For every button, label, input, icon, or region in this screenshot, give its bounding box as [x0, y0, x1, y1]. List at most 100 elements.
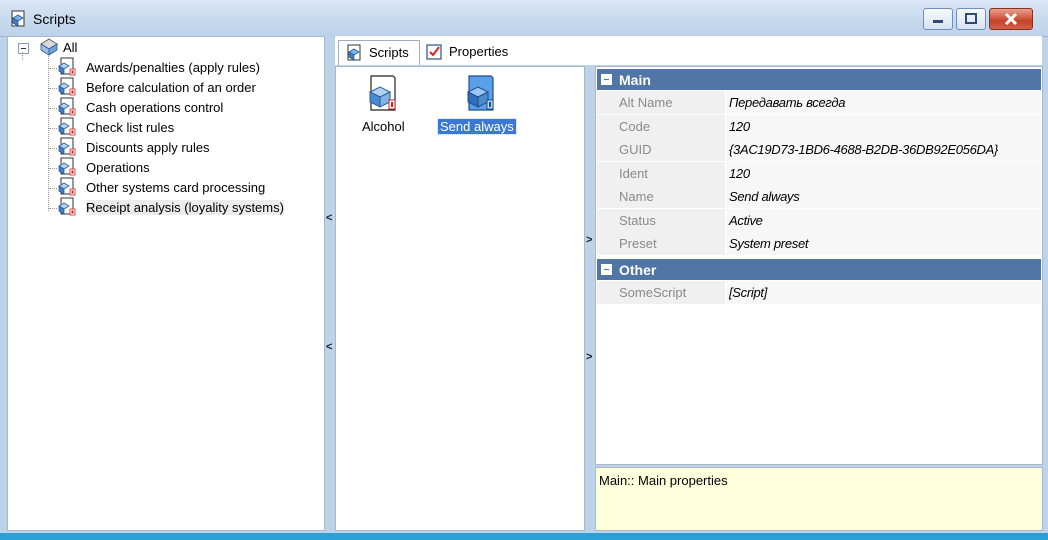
property-name: GUID [619, 142, 652, 157]
script-icon [58, 117, 76, 136]
property-value: System preset [729, 236, 809, 251]
left-splitter[interactable]: < < [325, 36, 333, 529]
column-divider [725, 161, 726, 185]
script-icon [466, 75, 494, 111]
property-value-cell[interactable]: Передавать всегда [725, 91, 1041, 114]
property-value: 120 [729, 165, 750, 181]
script-icon [58, 137, 76, 156]
column-divider [725, 232, 726, 255]
tree-item[interactable]: Before calculation of an order [8, 77, 308, 97]
tab-scripts-label: Scripts [369, 45, 409, 60]
tree-item-label: Other systems card processing [86, 180, 266, 195]
collapse-icon[interactable] [601, 74, 612, 85]
property-row[interactable]: Code 120 [597, 114, 1041, 139]
properties-icon [426, 44, 442, 60]
tree-item-label: Awards/penalties (apply rules) [86, 60, 260, 75]
column-divider [725, 138, 726, 161]
property-value-cell[interactable]: Active [725, 208, 1041, 232]
script-icon [58, 57, 76, 76]
minimize-icon [933, 20, 943, 23]
tree-item-label: Receipt analysis (loyality systems) [86, 200, 284, 215]
script-icon [58, 77, 76, 96]
property-name: Preset [619, 236, 657, 251]
category-other[interactable]: Other [597, 259, 1041, 280]
tab-properties[interactable]: Properties [421, 40, 521, 64]
tree-item[interactable]: Check list rules [8, 117, 308, 137]
script-icon [58, 197, 76, 216]
tree-item[interactable]: Receipt analysis (loyality systems) [8, 197, 308, 217]
property-value-cell[interactable]: {3AC19D73-1BD6-4688-B2DB-36DB92E056DA} [725, 138, 1041, 161]
property-value-cell[interactable]: Send always [725, 185, 1041, 208]
property-value: Active [729, 212, 763, 228]
property-value-cell[interactable]: 120 [725, 161, 1041, 185]
collapse-left-icon[interactable]: < [326, 212, 332, 224]
property-grid[interactable]: Main Alt Name Передавать всегда Code 120 GUI… [595, 66, 1043, 465]
script-item-send-always[interactable]: Send always [436, 69, 526, 139]
close-button[interactable] [989, 8, 1033, 30]
script-icon [368, 75, 396, 111]
property-row[interactable]: SomeScript [Script] [597, 281, 1041, 305]
tree-item[interactable]: Discounts apply rules [8, 137, 308, 157]
script-item-label: Alcohol [362, 119, 405, 134]
category-label: Main [619, 72, 651, 88]
property-name: Alt Name [619, 95, 673, 110]
close-icon [1004, 12, 1018, 26]
property-name: Code [619, 118, 651, 134]
property-value: 120 [729, 118, 750, 134]
property-description: Main:: Main properties [595, 467, 1043, 531]
column-divider [725, 91, 726, 114]
tree-item-label: Check list rules [86, 120, 175, 135]
tree-item[interactable]: Awards/penalties (apply rules) [8, 57, 308, 77]
column-divider [725, 208, 726, 232]
script-icon [347, 44, 361, 61]
maximize-icon [965, 13, 977, 24]
category-label: Other [619, 262, 657, 278]
property-name: Status [619, 212, 656, 228]
right-splitter[interactable]: > > [585, 66, 593, 529]
column-divider [725, 185, 726, 208]
property-name: Name [619, 189, 654, 204]
property-row[interactable]: Name Send always [597, 185, 1041, 209]
script-list[interactable]: Alcohol Send always [335, 66, 585, 531]
expand-right-icon[interactable]: > [586, 234, 592, 246]
property-name: Ident [619, 165, 648, 181]
property-row[interactable]: GUID {3AC19D73-1BD6-4688-B2DB-36DB92E056D… [597, 138, 1041, 162]
script-icon [11, 10, 25, 27]
property-value-cell[interactable]: System preset [725, 232, 1041, 255]
collapse-icon[interactable] [601, 264, 612, 275]
property-value: Передавать всегда [729, 95, 846, 110]
tree-item-label: Discounts apply rules [86, 140, 210, 155]
property-row[interactable]: Alt Name Передавать всегда [597, 91, 1041, 115]
tree-item[interactable]: Cash operations control [8, 97, 308, 117]
tree-root-all[interactable]: All [8, 38, 308, 57]
minimize-button[interactable] [923, 8, 953, 30]
property-value-cell[interactable]: [Script] [725, 281, 1041, 304]
script-item-alcohol[interactable]: Alcohol [338, 69, 428, 139]
tree-item-label: Cash operations control [86, 100, 224, 115]
property-row[interactable]: Preset System preset [597, 232, 1041, 256]
property-value: Send always [729, 189, 800, 204]
column-divider [725, 114, 726, 138]
script-icon [58, 177, 76, 196]
expand-right-icon[interactable]: > [586, 351, 592, 363]
window-title: Scripts [33, 11, 76, 27]
tree-item[interactable]: Other systems card processing [8, 177, 308, 197]
bottom-border [0, 533, 1048, 540]
property-value: [Script] [729, 285, 768, 300]
all-folder-icon [40, 38, 58, 56]
collapse-icon[interactable] [18, 43, 29, 54]
property-row[interactable]: Ident 120 [597, 161, 1041, 186]
property-name: SomeScript [619, 285, 687, 300]
category-tree[interactable]: All Awards/penalties (apply rules) Before… [7, 36, 325, 531]
property-value-cell[interactable]: 120 [725, 114, 1041, 138]
script-item-label: Send always [437, 118, 517, 135]
script-icon [58, 157, 76, 176]
property-row[interactable]: Status Active [597, 208, 1041, 233]
tree-item[interactable]: Operations [8, 157, 308, 177]
maximize-button[interactable] [956, 8, 986, 30]
script-icon [58, 97, 76, 116]
title-bar[interactable]: Scripts [0, 0, 1048, 37]
category-main[interactable]: Main [597, 69, 1041, 90]
tab-scripts[interactable]: Scripts [338, 40, 420, 65]
collapse-left-icon[interactable]: < [326, 341, 332, 353]
